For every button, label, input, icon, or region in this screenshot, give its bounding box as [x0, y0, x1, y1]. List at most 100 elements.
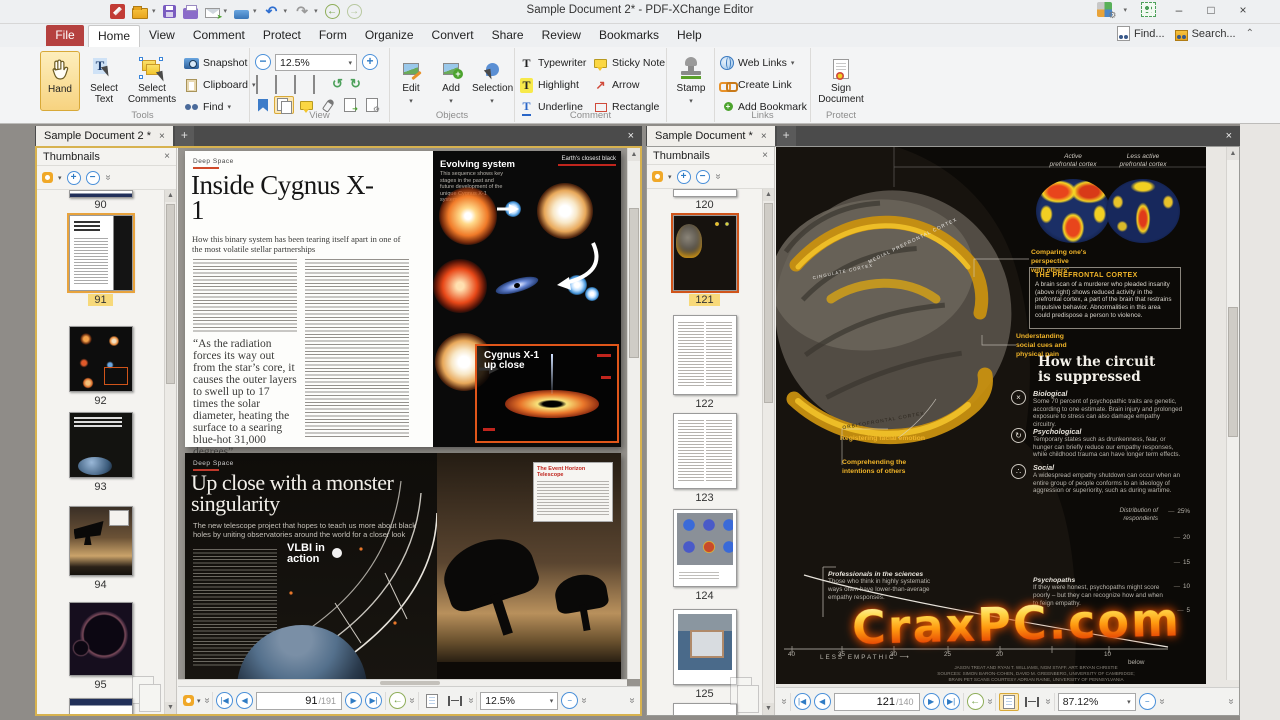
scrollbar-thumb[interactable] [629, 208, 639, 358]
panel-close-icon[interactable]: × [164, 151, 170, 162]
tab-view[interactable]: View [140, 25, 184, 47]
previous-page-button[interactable]: ◀ [814, 693, 831, 710]
right-doc-tab[interactable]: Sample Document *× [647, 126, 775, 146]
typewriter-button[interactable]: TTypewriter [519, 54, 586, 72]
fit-height-icon[interactable] [313, 75, 315, 94]
tab-file[interactable]: File [46, 25, 84, 46]
tab-bookmarks[interactable]: Bookmarks [590, 25, 668, 47]
thumbnail-page-121[interactable] [647, 215, 762, 291]
scrollbar-thumb[interactable] [380, 681, 440, 685]
tab-convert[interactable]: Convert [423, 25, 483, 47]
last-page-button[interactable]: ▶| [943, 693, 960, 710]
options-dropdown-icon[interactable]: ▾ [197, 697, 201, 705]
tab-review[interactable]: Review [533, 25, 590, 47]
snapshot-button[interactable]: Snapshot [184, 54, 247, 72]
tab-close-icon[interactable]: × [761, 131, 767, 142]
scrollbar-thumb[interactable] [166, 204, 175, 384]
first-page-button[interactable]: |◀ [216, 692, 233, 709]
hand-tool-button[interactable]: Hand [40, 51, 80, 111]
thumbnail-page-124[interactable] [647, 509, 762, 587]
zoom-out-button[interactable]: − [1139, 693, 1156, 710]
zoom-combo[interactable]: 12.5%▾ [480, 692, 558, 710]
scroll-up-icon[interactable]: ▲ [628, 148, 640, 161]
tab-share[interactable]: Share [483, 25, 533, 47]
select-comments-button[interactable]: Select Comments [126, 51, 178, 111]
highlight-button[interactable]: THighlight [519, 76, 579, 94]
tab-close-icon[interactable]: × [159, 131, 165, 142]
vertical-scrollbar[interactable]: ▲ [627, 148, 640, 679]
page-number-field[interactable]: 121/140 [834, 693, 920, 711]
collapse-icon[interactable]: » [406, 698, 417, 704]
next-page-button[interactable]: ▶ [923, 693, 940, 710]
maximize-button[interactable]: □ [1202, 3, 1220, 17]
last-page-button[interactable]: ▶| [365, 692, 382, 709]
thumbnail-page-123[interactable] [647, 413, 762, 489]
previous-view-button[interactable]: ← [389, 692, 406, 709]
tab-help[interactable]: Help [668, 25, 711, 47]
thumbnail-page-90[interactable] [37, 190, 164, 198]
tab-comment[interactable]: Comment [184, 25, 254, 47]
scroll-up-icon[interactable]: ▲ [165, 190, 176, 202]
thumb-zoom-out-icon[interactable]: − [696, 170, 710, 184]
next-page-button[interactable]: ▶ [345, 692, 362, 709]
zoom-combo[interactable]: 87.12%▾ [1058, 693, 1136, 711]
tab-home[interactable]: Home [88, 25, 140, 47]
options-dropdown-icon[interactable]: ▾ [58, 174, 62, 182]
new-tab-button[interactable]: + [777, 126, 796, 146]
pane-close-icon[interactable]: × [1218, 126, 1240, 146]
fit-visible-icon[interactable] [256, 75, 258, 94]
arrow-button[interactable]: ↗Arrow [593, 76, 639, 94]
thumbnail-page-91[interactable] [37, 215, 164, 291]
fit-page-icon[interactable] [275, 75, 277, 94]
collapse-icon[interactable]: » [1156, 699, 1167, 705]
tab-protect[interactable]: Protect [254, 25, 310, 47]
collapse-ribbon-icon[interactable]: ⌃ [1246, 28, 1254, 39]
horizontal-scrollbar[interactable] [178, 679, 627, 686]
thumbnails-scrollbar[interactable]: ▲ ▼ [164, 190, 176, 714]
rotate-ccw-icon[interactable]: ↺ [332, 76, 343, 92]
zoom-out-icon[interactable]: − [255, 54, 271, 70]
page-number-field[interactable]: 91/191 [256, 692, 342, 710]
collapse-icon[interactable]: » [627, 698, 638, 704]
collapse-icon[interactable]: » [1226, 699, 1237, 705]
scroll-up-icon[interactable]: ▲ [1227, 147, 1239, 160]
thumbnail-page-94[interactable] [37, 506, 164, 576]
thumb-zoom-in-icon[interactable]: + [677, 170, 691, 184]
collapse-icon[interactable]: » [465, 698, 476, 704]
search-button[interactable]: Search... [1175, 27, 1236, 41]
thumbnail-page-122[interactable] [647, 315, 762, 395]
left-doc-tab[interactable]: Sample Document 2 *× [36, 126, 173, 146]
launch-dropdown-icon[interactable]: ▾ [1123, 6, 1127, 14]
scrollbar-thumb[interactable] [764, 203, 773, 403]
scroll-down-icon[interactable]: ▼ [763, 703, 774, 715]
clipboard-button[interactable]: Clipboard▾ [184, 76, 255, 94]
first-page-button[interactable]: |◀ [794, 693, 811, 710]
collapse-icon[interactable]: » [1042, 699, 1053, 705]
select-text-button[interactable]: T Select Text [84, 51, 124, 111]
close-button[interactable]: × [1234, 3, 1252, 17]
thumb-zoom-out-icon[interactable]: − [86, 171, 100, 185]
ribbon-zoom-combo[interactable]: 12.5%▾ [275, 54, 357, 71]
launch-applications-icon[interactable] [1097, 2, 1112, 17]
scroll-down-icon[interactable]: ▼ [165, 702, 176, 714]
create-link-button[interactable]: Create Link [719, 76, 792, 94]
thumbnail-page-95[interactable] [37, 602, 164, 676]
expand-icon[interactable]: » [712, 174, 723, 180]
new-tab-button[interactable]: + [175, 126, 194, 146]
options-gear-icon[interactable] [652, 171, 663, 182]
pane-close-icon[interactable]: × [620, 126, 642, 146]
sign-document-button[interactable]: Sign Document [816, 51, 866, 111]
single-page-layout-button[interactable] [422, 692, 442, 710]
collapse-icon[interactable]: » [984, 699, 995, 705]
tab-form[interactable]: Form [310, 25, 356, 47]
tab-organize[interactable]: Organize [356, 25, 423, 47]
collapse-icon[interactable]: » [201, 698, 212, 704]
stamp-button[interactable]: Stamp▾ [670, 51, 712, 111]
session-icon[interactable] [1141, 2, 1156, 17]
options-dropdown-icon[interactable]: ▾ [668, 173, 672, 181]
thumbnail-page-120[interactable] [647, 189, 762, 197]
scrollbar-thumb[interactable] [1228, 307, 1238, 437]
thumbnail-page-93[interactable] [37, 412, 164, 478]
zoom-out-button[interactable]: − [561, 692, 578, 709]
web-links-button[interactable]: Web Links▾ [719, 54, 794, 72]
